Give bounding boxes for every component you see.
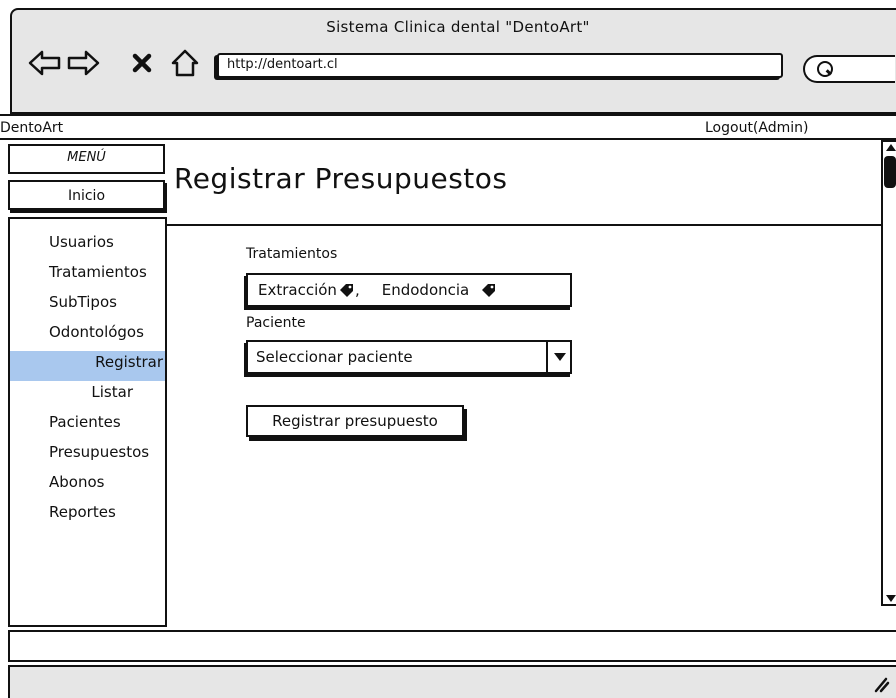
- tag-label: Extracción: [258, 281, 337, 299]
- vertical-scrollbar[interactable]: [881, 140, 896, 606]
- title-divider: [167, 224, 883, 226]
- registrar-presupuesto-button[interactable]: Registrar presupuesto: [246, 405, 464, 437]
- sidebar-item-abonos[interactable]: Abonos: [10, 471, 165, 501]
- footer-bar: [8, 630, 896, 662]
- window-title: Sistema Clinica dental "DentoArt": [326, 18, 590, 36]
- brand-label: DentoArt: [0, 120, 64, 136]
- arrow-left-icon[interactable]: [28, 48, 62, 78]
- chevron-down-icon[interactable]: [546, 342, 570, 372]
- paciente-label: Paciente: [246, 315, 306, 331]
- tag-icon: [481, 282, 497, 298]
- sidebar-item-presupuestos[interactable]: Presupuestos: [10, 441, 165, 471]
- paciente-select-value: Seleccionar paciente: [256, 348, 413, 366]
- scroll-thumb[interactable]: [884, 156, 896, 188]
- search-icon: [817, 61, 833, 77]
- tag-label: Endodoncia: [381, 281, 470, 299]
- menu-heading: MENÚ: [8, 144, 165, 174]
- home-icon[interactable]: [168, 48, 202, 78]
- menu-home-button[interactable]: Inicio: [8, 180, 165, 210]
- tratamientos-label: Tratamientos: [246, 246, 338, 262]
- page-title: Registrar Presupuestos: [174, 162, 508, 195]
- sidebar: Usuarios Tratamientos SubTipos Odontológ…: [8, 217, 167, 627]
- status-bar: [8, 665, 896, 698]
- address-bar[interactable]: http://dentoart.cl: [217, 53, 783, 78]
- main-content: [167, 140, 896, 630]
- sidebar-item-odontologos[interactable]: Odontológos: [10, 321, 165, 351]
- tag-icon: [339, 282, 355, 298]
- sidebar-item-usuarios[interactable]: Usuarios: [10, 231, 165, 261]
- sidebar-item-tratamientos[interactable]: Tratamientos: [10, 261, 165, 291]
- sidebar-item-registrar[interactable]: Registrar: [10, 351, 165, 381]
- browser-search-box[interactable]: [803, 55, 895, 83]
- close-icon[interactable]: [130, 48, 154, 78]
- tratamientos-tag-input[interactable]: Extracción , Endodoncia: [246, 273, 572, 307]
- paciente-select[interactable]: Seleccionar paciente: [246, 340, 572, 374]
- sidebar-item-pacientes[interactable]: Pacientes: [10, 411, 165, 441]
- tag-extraccion[interactable]: Extracción ,: [258, 281, 360, 299]
- tag-endodoncia[interactable]: Endodoncia: [382, 281, 498, 299]
- sidebar-item-subtipos[interactable]: SubTipos: [10, 291, 165, 321]
- scroll-down-icon[interactable]: [886, 595, 896, 602]
- logout-link[interactable]: Logout(Admin): [705, 120, 808, 136]
- arrow-right-icon[interactable]: [66, 48, 100, 78]
- resize-grip-icon[interactable]: [870, 673, 890, 693]
- sidebar-item-reportes[interactable]: Reportes: [10, 501, 165, 531]
- sidebar-item-listar[interactable]: Listar: [10, 381, 165, 411]
- app-header: DentoArt Logout(Admin): [0, 114, 896, 140]
- scroll-up-icon[interactable]: [886, 144, 896, 151]
- tag-separator: ,: [354, 281, 360, 299]
